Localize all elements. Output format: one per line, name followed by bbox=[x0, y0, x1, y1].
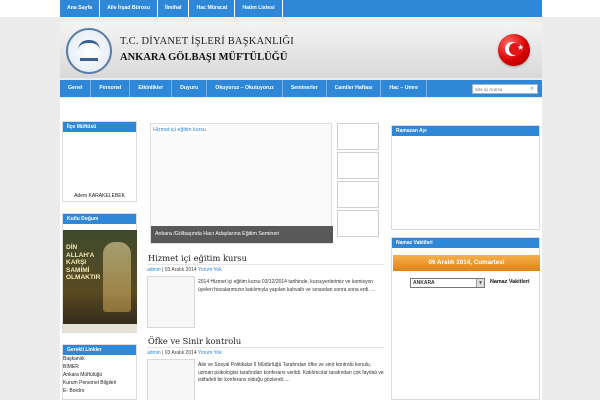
top-nav-item[interactable]: Ana Sayfa bbox=[60, 0, 101, 17]
poster-title: DİN ALLAH'A KARŞI SAMİMİ OLMAKTIR bbox=[66, 244, 101, 281]
slider-thumb[interactable] bbox=[337, 152, 379, 179]
post: Hizmet içi eğitim kursu admin | 03 Aralı… bbox=[147, 252, 384, 328]
search-box: ⌕ bbox=[472, 84, 538, 94]
link-item[interactable]: BİMER bbox=[63, 363, 116, 371]
post-excerpt: 2014 Hizmet içi eğitim kursu 03/12/2014 … bbox=[198, 279, 376, 293]
slider-thumb[interactable] bbox=[337, 123, 379, 150]
logo-bar bbox=[80, 58, 98, 61]
post-meta: admin | 03 Aralık 2014 Yorum Yok bbox=[147, 350, 222, 356]
main-nav-item[interactable]: Genel bbox=[60, 80, 92, 97]
slider-thumbnails bbox=[337, 123, 379, 239]
featured-slider[interactable]: Hizmet içi eğitim kursu Ankara /Gölbaşın… bbox=[150, 123, 333, 244]
slider-thumb[interactable] bbox=[337, 181, 379, 208]
post-body: Aile ve Sosyal Politikalar İl Müdürlüğü … bbox=[147, 359, 384, 400]
top-nav-item[interactable]: İlmihal bbox=[158, 0, 190, 17]
slider-top-caption[interactable]: Hizmet içi eğitim kursu bbox=[151, 126, 208, 134]
date-bar: 06 Aralık 2014, Cumartesi bbox=[393, 255, 540, 271]
mufti-widget: İlçe Müftüsü Adem KARAKELEBEK bbox=[62, 121, 137, 202]
chevron-down-icon[interactable]: ▼ bbox=[476, 279, 484, 287]
link-item[interactable]: Ankara Müftülüğü bbox=[63, 371, 116, 379]
post-excerpt: Aile ve Sosyal Politikalar İl Müdürlüğü … bbox=[198, 362, 384, 383]
post: Öfke ve Sinir kontrolu admin | 03 Aralık… bbox=[147, 335, 384, 400]
post-body: 2014 Hizmet içi eğitim kursu 03/12/2014 … bbox=[147, 276, 384, 328]
namaz-label: Namaz Vakitleri bbox=[490, 279, 530, 285]
flag-star-icon: ★ bbox=[517, 43, 525, 52]
main-nav: Genel Personel Etkinlikler Duyuru Okuyor… bbox=[60, 80, 542, 97]
city-value: ANKARA bbox=[413, 280, 435, 286]
main-nav-item[interactable]: Etkinlikler bbox=[130, 80, 173, 97]
header-line2[interactable]: ANKARA GÖLBAŞI MÜFTÜLÜĞÜ bbox=[120, 52, 287, 63]
link-item[interactable]: E- Bordro bbox=[63, 387, 116, 395]
slider-bottom-caption[interactable]: Ankara /Gölbaşında Hacı Adaylarına Eğiti… bbox=[151, 226, 333, 243]
city-select[interactable]: ANKARA ▼ bbox=[410, 278, 485, 288]
post-comments[interactable]: Yorum Yok bbox=[198, 350, 222, 356]
post-title[interactable]: Hizmet içi eğitim kursu bbox=[147, 252, 384, 265]
post-meta: admin | 03 Aralık 2014 Yorum Yok bbox=[147, 267, 222, 273]
top-nav-item[interactable]: Hac Müracat bbox=[189, 0, 236, 17]
post-thumbnail[interactable] bbox=[147, 276, 195, 328]
turkish-flag-icon: ★ bbox=[498, 34, 530, 66]
ramazan-widget: Ramazan Ayı bbox=[391, 125, 540, 230]
logo-arch bbox=[78, 40, 100, 58]
post-title[interactable]: Öfke ve Sinir kontrolu bbox=[147, 335, 384, 348]
site-header: T.C. DİYANET İŞLERİ BAŞKANLIĞI ANKARA GÖ… bbox=[60, 22, 542, 78]
search-icon[interactable]: ⌕ bbox=[528, 85, 536, 93]
links-list: Başkanlık BİMER Ankara Müftülüğü Kurum P… bbox=[63, 355, 116, 395]
header-line1: T.C. DİYANET İŞLERİ BAŞKANLIĞI bbox=[120, 36, 294, 47]
main-nav-item[interactable]: Personel bbox=[91, 80, 131, 97]
post-author[interactable]: admin bbox=[147, 267, 161, 273]
diyanet-logo[interactable] bbox=[66, 28, 112, 74]
top-nav: Ana Sayfa Aile İrşad Bürosu İlmihal Hac … bbox=[60, 0, 542, 17]
widget-title: Namaz Vakitleri bbox=[392, 238, 539, 248]
widget-title: Gerekli Linkler bbox=[63, 345, 136, 355]
main-nav-item[interactable]: Duyuru bbox=[172, 80, 208, 97]
main-nav-item[interactable]: Camiler Haftası bbox=[327, 80, 382, 97]
poster-figure bbox=[103, 242, 131, 312]
main-nav-item[interactable]: Hac – Umre bbox=[381, 80, 427, 97]
mufti-name: Adem KARAKELEBEK bbox=[74, 193, 125, 199]
widget-title: Kutlu Doğum bbox=[63, 214, 136, 224]
widget-title: İlçe Müftüsü bbox=[63, 122, 136, 132]
post-comments[interactable]: Yorum Yok bbox=[198, 267, 222, 273]
top-nav-item[interactable]: Aile İrşad Bürosu bbox=[100, 0, 159, 17]
search-input[interactable] bbox=[473, 85, 529, 93]
post-author[interactable]: admin bbox=[147, 350, 161, 356]
link-item[interactable]: Başkanlık bbox=[63, 355, 116, 363]
main-nav-item[interactable]: Seminerler bbox=[283, 80, 327, 97]
top-nav-item[interactable]: Hatim Listesi bbox=[235, 0, 283, 17]
main-nav-item[interactable]: Okuyoruz – Okutuyoruz bbox=[207, 80, 283, 97]
post-date: 03 Aralık 2014 bbox=[164, 350, 197, 356]
post-date: 03 Aralık 2014 bbox=[164, 267, 197, 273]
widget-title: Ramazan Ayı bbox=[392, 126, 539, 136]
kutlu-dogum-poster[interactable]: DİN ALLAH'A KARŞI SAMİMİ OLMAKTIR bbox=[63, 230, 137, 332]
slider-thumb[interactable] bbox=[337, 210, 379, 237]
post-thumbnail[interactable] bbox=[147, 359, 195, 400]
link-item[interactable]: Kurum Personel Bilgileri bbox=[63, 379, 116, 387]
poster-footer bbox=[63, 324, 137, 332]
